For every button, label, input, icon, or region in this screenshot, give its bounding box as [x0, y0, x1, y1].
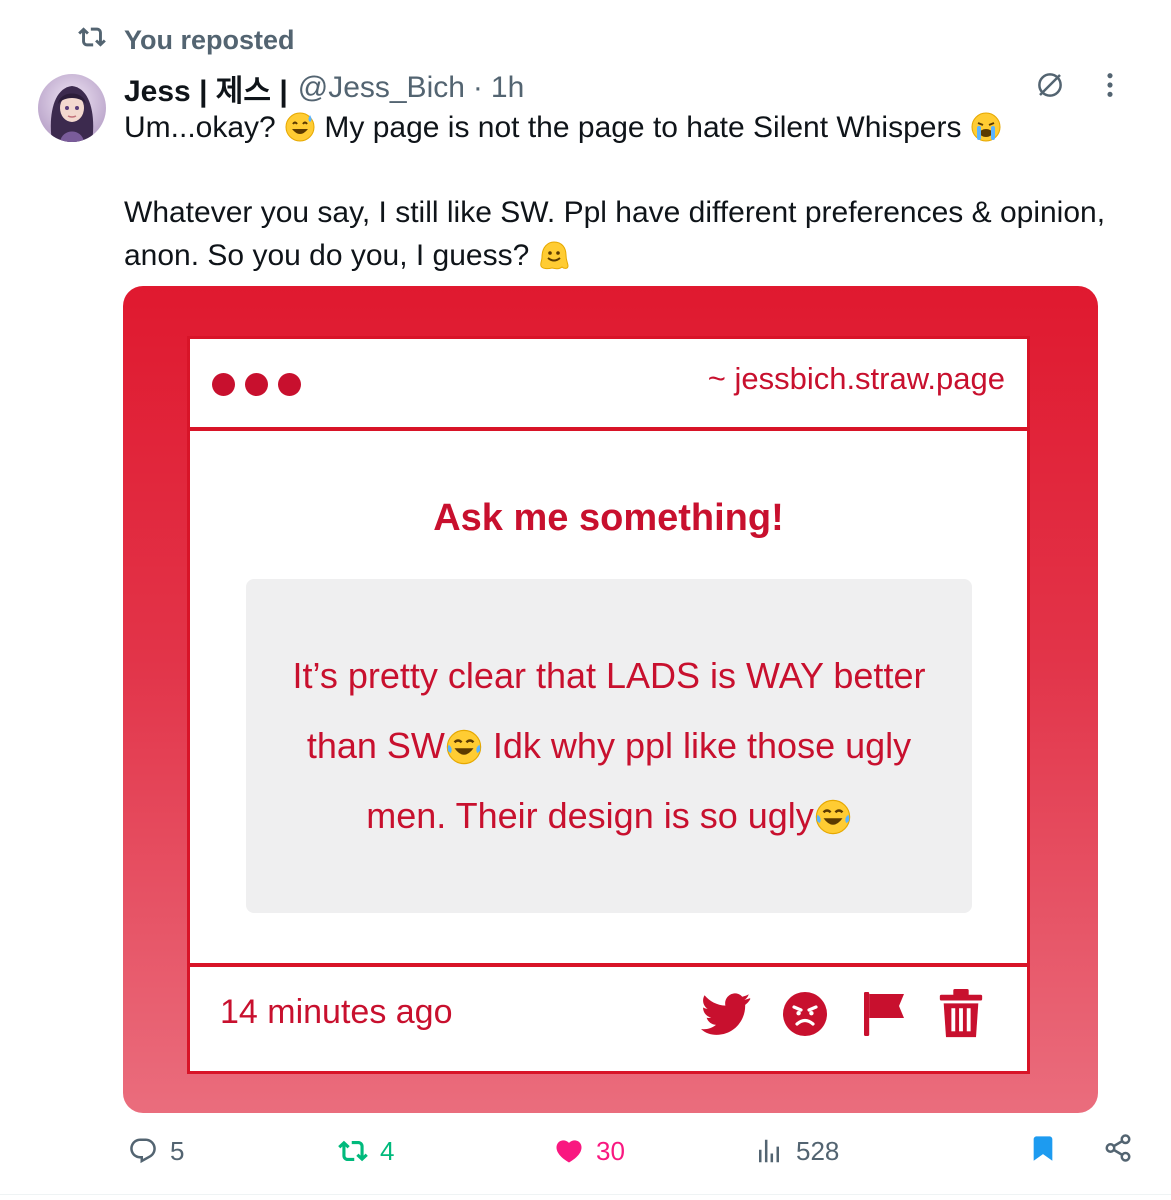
- reply-button[interactable]: 5: [128, 1136, 338, 1167]
- twitter-bird-icon: [701, 993, 751, 1035]
- ask-card-header: ~ jessbich.straw.page: [190, 339, 1027, 431]
- tweet-line2: Whatever you say, I still like SW. Ppl h…: [124, 196, 1106, 272]
- tweet-line1-end: My page is not the page to hate Silent W…: [324, 111, 970, 144]
- ask-card: ~ jessbich.straw.page Ask me something! …: [187, 336, 1030, 1074]
- repost-banner: You reposted: [78, 22, 295, 58]
- question-text: It’s pretty clear that LADS is WAY bette…: [280, 641, 938, 851]
- share-icon[interactable]: [1103, 1133, 1133, 1170]
- window-dots: [212, 373, 301, 396]
- bookmark-icon[interactable]: [1029, 1133, 1057, 1170]
- engagement-bar: 5 4 30 528: [128, 1126, 1143, 1176]
- ask-card-footer: 14 minutes ago: [190, 963, 1027, 1071]
- crying-face-emoji-icon: [971, 112, 1001, 142]
- author-handle[interactable]: @Jess_Bich: [298, 71, 465, 105]
- like-button[interactable]: 30: [554, 1136, 754, 1167]
- repost-icon: [338, 1136, 368, 1166]
- trash-icon: [939, 989, 983, 1039]
- card-timestamp: 14 minutes ago: [220, 993, 453, 1031]
- repost-button[interactable]: 4: [338, 1136, 554, 1167]
- reply-icon: [128, 1136, 158, 1166]
- flag-icon: [859, 990, 909, 1038]
- more-icon[interactable]: [1105, 71, 1115, 99]
- like-count: 30: [596, 1135, 625, 1166]
- window-dot: [212, 373, 235, 396]
- repost-banner-text: You reposted: [124, 24, 295, 55]
- tweet-paragraph-2: Whatever you say, I still like SW. Ppl h…: [124, 191, 1114, 277]
- tears-of-joy-emoji-icon: [446, 729, 482, 765]
- author-name[interactable]: Jess | 제스 |: [124, 66, 288, 110]
- sweat-smile-emoji-icon: [285, 112, 315, 142]
- view-count: 528: [796, 1135, 840, 1166]
- author-line: Jess | 제스 | @Jess_Bich · 1h: [124, 68, 524, 108]
- tears-of-joy-emoji-icon: [815, 799, 850, 835]
- tweet-text: Um...okay? My page is not the page to ha…: [124, 106, 1114, 277]
- tweet-paragraph-1: Um...okay? My page is not the page to ha…: [124, 106, 1114, 149]
- views-icon: [754, 1136, 784, 1166]
- media-image[interactable]: ~ jessbich.straw.page Ask me something! …: [123, 286, 1098, 1113]
- engagement-right: [1029, 1133, 1133, 1170]
- heart-icon: [554, 1136, 584, 1166]
- top-actions: [1035, 70, 1115, 100]
- card-title: Ask me something!: [433, 497, 784, 539]
- window-dot: [278, 373, 301, 396]
- window-dot: [245, 373, 268, 396]
- reply-count: 5: [170, 1135, 185, 1166]
- repost-icon: [78, 23, 106, 58]
- tweet-line1-start: Um...okay?: [124, 111, 276, 144]
- repost-count: 4: [380, 1135, 395, 1166]
- avatar[interactable]: [38, 74, 106, 142]
- bottom-divider: [0, 1194, 1171, 1195]
- views-button[interactable]: 528: [754, 1136, 974, 1167]
- tweet-page: You reposted Jess | 제스 | @Jess_Bich · 1h: [0, 0, 1171, 1200]
- angry-face-icon: [781, 990, 829, 1038]
- separator-dot: ·: [472, 71, 483, 104]
- melting-face-emoji-icon: [539, 241, 569, 270]
- no-entry-icon[interactable]: [1035, 70, 1065, 100]
- question-box: It’s pretty clear that LADS is WAY bette…: [246, 579, 972, 913]
- card-url: ~ jessbich.straw.page: [707, 361, 1005, 396]
- card-actions: [701, 989, 983, 1039]
- post-time[interactable]: 1h: [491, 71, 524, 105]
